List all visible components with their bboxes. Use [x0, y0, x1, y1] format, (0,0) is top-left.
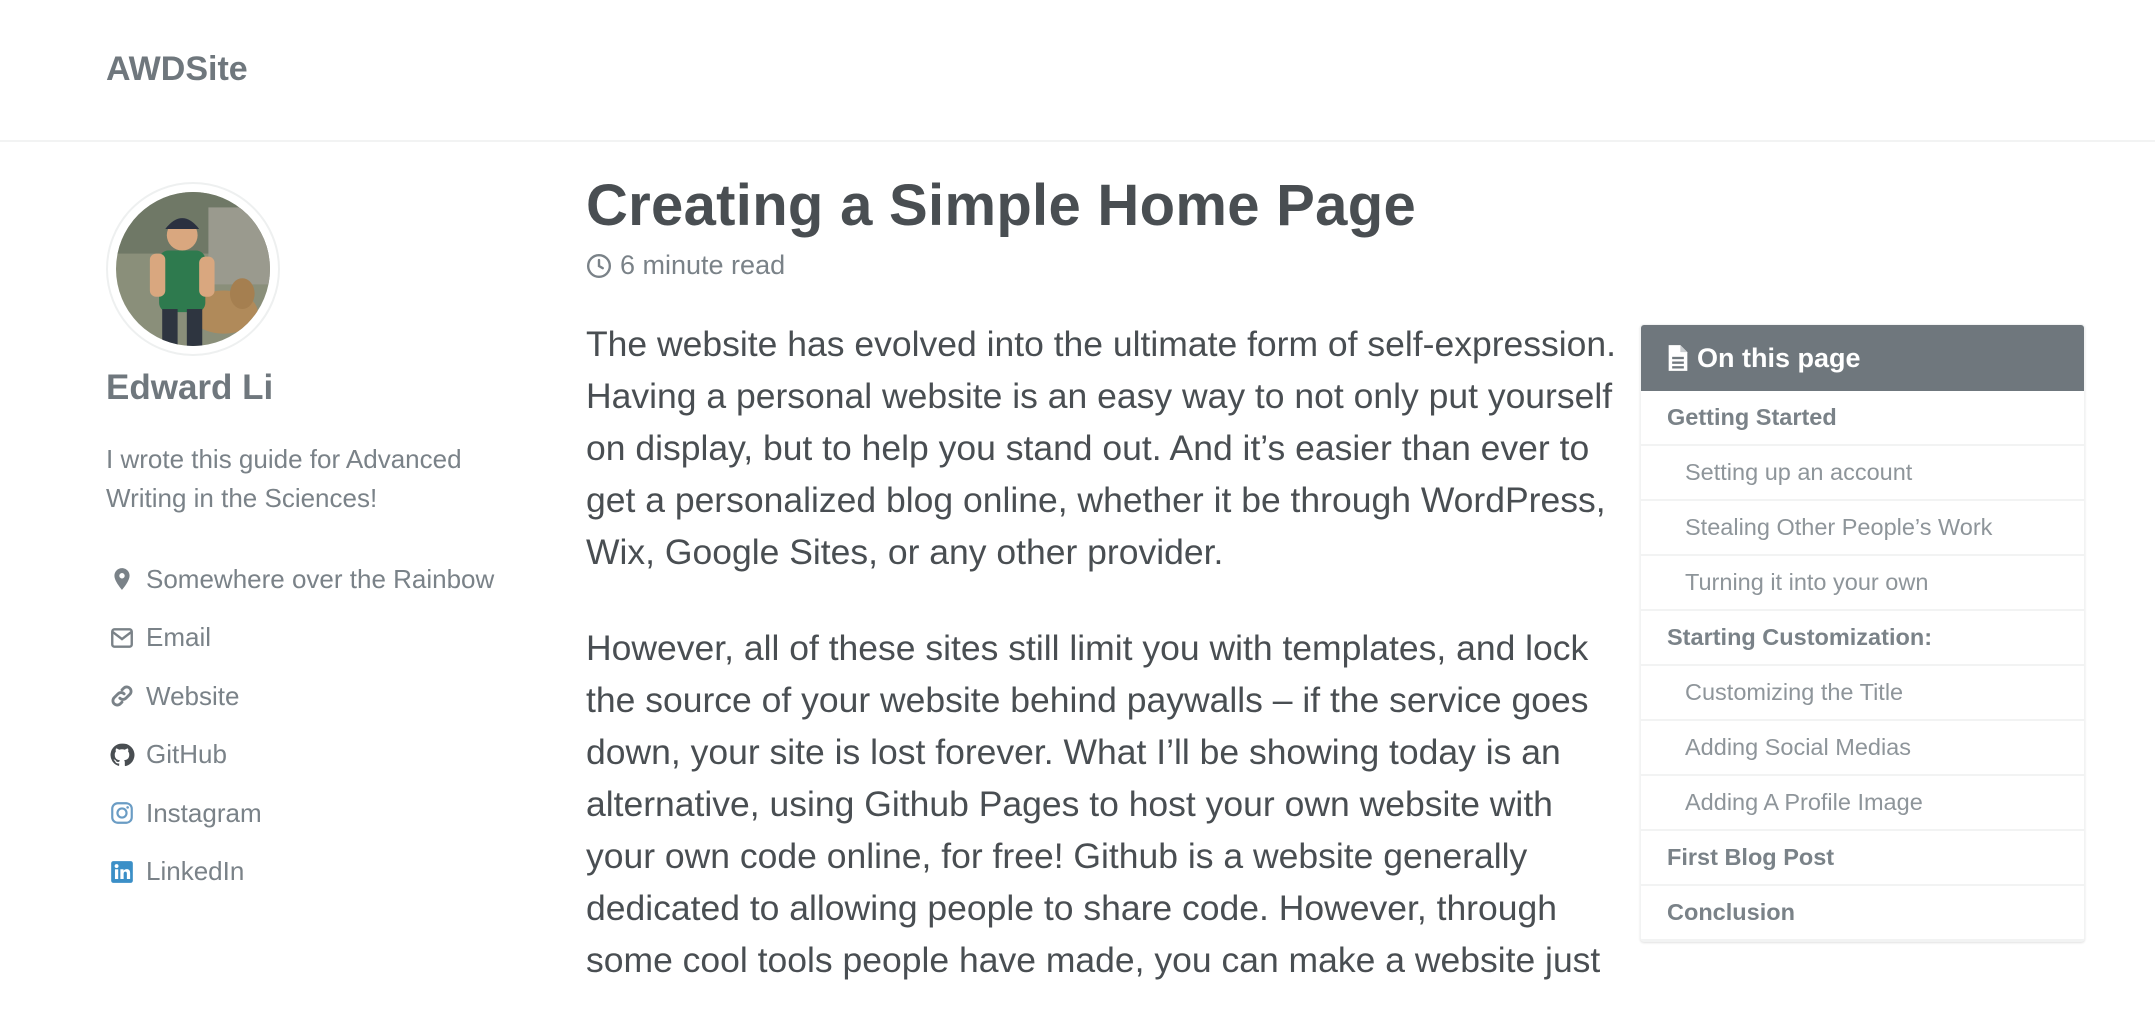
author-link-location: Somewhere over the Rainbow	[106, 550, 494, 609]
instagram-icon	[106, 797, 138, 829]
toc-item-setting-up-account[interactable]: Setting up an account	[1641, 446, 2084, 501]
toc-header: On this page	[1641, 325, 2084, 391]
instagram-label[interactable]: Instagram	[146, 798, 262, 829]
toc-item-stealing-work[interactable]: Stealing Other People’s Work	[1641, 501, 2084, 556]
author-link-github[interactable]: GitHub	[106, 726, 494, 785]
toc-item-customizing-title[interactable]: Customizing the Title	[1641, 666, 2084, 721]
avatar	[106, 182, 280, 356]
masthead: AWDSite	[0, 0, 2155, 142]
toc-item-profile-image[interactable]: Adding A Profile Image	[1641, 776, 2084, 831]
github-icon	[106, 739, 138, 771]
toc-item-turning-own[interactable]: Turning it into your own	[1641, 556, 2084, 611]
author-link-website[interactable]: Website	[106, 667, 494, 726]
profile-photo	[116, 192, 270, 346]
author-link-instagram[interactable]: Instagram	[106, 784, 494, 843]
toc-list: Getting Started Setting up an account St…	[1641, 391, 2084, 941]
link-icon	[106, 680, 138, 712]
author-name: Edward Li	[106, 368, 274, 407]
toc-title: On this page	[1697, 342, 1861, 373]
toc-item-social-medias[interactable]: Adding Social Medias	[1641, 721, 2084, 776]
paragraph: The website has evolved into the ultimat…	[586, 324, 1617, 572]
linkedin-icon	[106, 856, 138, 888]
envelope-icon	[106, 622, 138, 654]
linkedin-label[interactable]: LinkedIn	[146, 856, 244, 887]
paragraph: However, all of these sites still limit …	[586, 628, 1601, 980]
github-label[interactable]: GitHub	[146, 739, 227, 770]
toc-item-conclusion[interactable]: Conclusion	[1641, 886, 2084, 941]
read-time-label: 6 minute read	[620, 250, 786, 280]
table-of-contents: On this page Getting Started Setting up …	[1640, 324, 2085, 942]
map-marker-icon	[106, 563, 138, 595]
site-title-link[interactable]: AWDSite	[106, 50, 248, 89]
author-links: Somewhere over the Rainbow Email Website…	[106, 550, 494, 901]
author-bio: I wrote this guide for Advanced Writing …	[106, 444, 462, 513]
location-label: Somewhere over the Rainbow	[146, 563, 495, 594]
author-link-email[interactable]: Email	[106, 609, 494, 668]
toc-item-first-blog-post[interactable]: First Blog Post	[1641, 831, 2084, 886]
toc-item-getting-started[interactable]: Getting Started	[1641, 391, 2084, 446]
file-icon	[1668, 345, 1688, 371]
clock-icon	[586, 253, 612, 278]
email-label[interactable]: Email	[146, 622, 211, 653]
read-time: 6 minute read	[586, 250, 785, 281]
toc-item-starting-customization[interactable]: Starting Customization:	[1641, 611, 2084, 666]
website-label[interactable]: Website	[146, 681, 239, 712]
author-link-linkedin[interactable]: LinkedIn	[106, 843, 494, 902]
post-content: The website has evolved into the ultimat…	[586, 318, 1616, 1030]
page-title: Creating a Simple Home Page	[586, 173, 1417, 238]
